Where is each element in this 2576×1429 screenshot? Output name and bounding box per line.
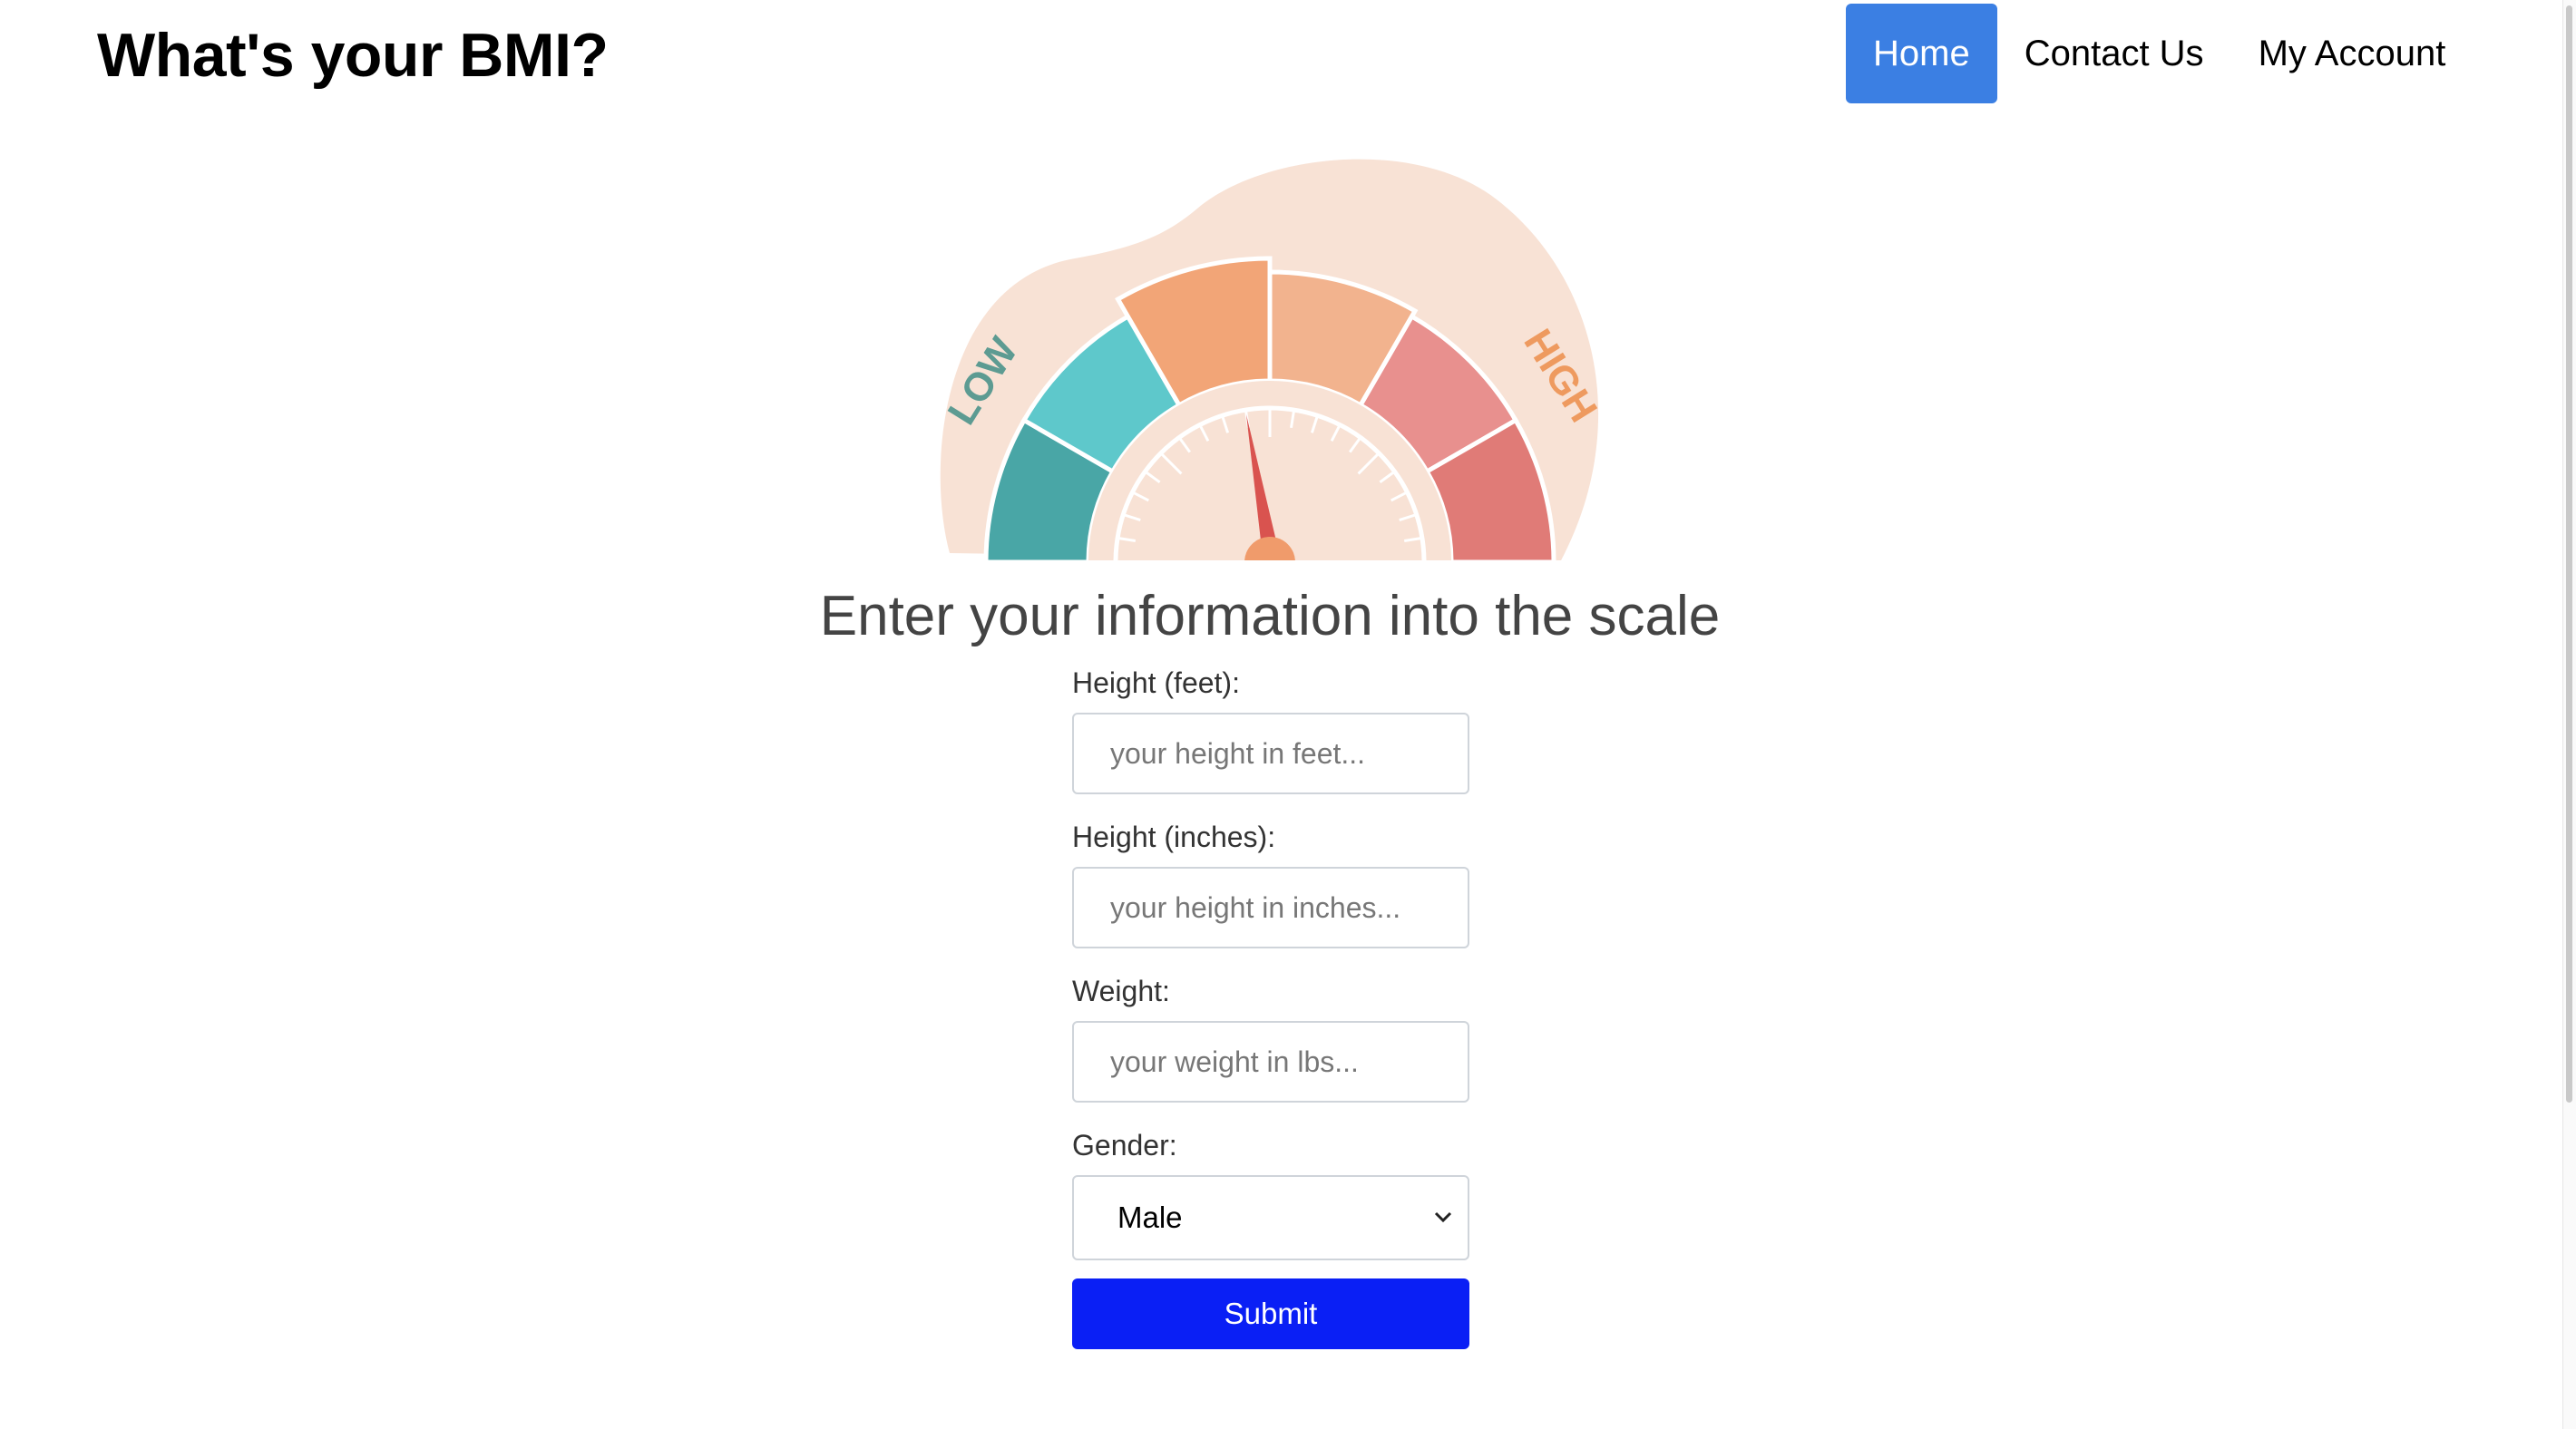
gender-select[interactable]: Male xyxy=(1072,1175,1469,1260)
form-heading: Enter your information into the scale xyxy=(819,585,1721,647)
weight-label: Weight: xyxy=(1072,975,1170,1007)
scrollbar-thumb[interactable] xyxy=(2566,5,2572,1103)
main-nav: Home Contact Us My Account xyxy=(1846,4,2473,103)
height-inches-input[interactable] xyxy=(1072,867,1469,948)
nav-home[interactable]: Home xyxy=(1846,4,1997,103)
height-feet-label: Height (feet): xyxy=(1072,666,1240,699)
weight-input[interactable] xyxy=(1072,1021,1469,1103)
page-scrollbar[interactable] xyxy=(2562,0,2576,1429)
gender-label: Gender: xyxy=(1072,1129,1177,1162)
nav-contact-us[interactable]: Contact Us xyxy=(1997,4,2231,103)
header: What's your BMI? Home Contact Us My Acco… xyxy=(0,0,2563,113)
height-feet-input[interactable] xyxy=(1072,713,1469,794)
bmi-gauge-illustration: LOW HIGH xyxy=(907,145,1633,562)
height-inches-label: Height (inches): xyxy=(1072,821,1276,853)
nav-my-account[interactable]: My Account xyxy=(2231,4,2474,103)
bmi-form: Height (feet): Height (inches): Weight: … xyxy=(1072,662,1469,1349)
site-title: What's your BMI? xyxy=(97,21,609,90)
submit-button[interactable]: Submit xyxy=(1072,1278,1469,1349)
gender-select-value: Male xyxy=(1117,1201,1183,1234)
chevron-down-icon xyxy=(1434,1211,1452,1223)
